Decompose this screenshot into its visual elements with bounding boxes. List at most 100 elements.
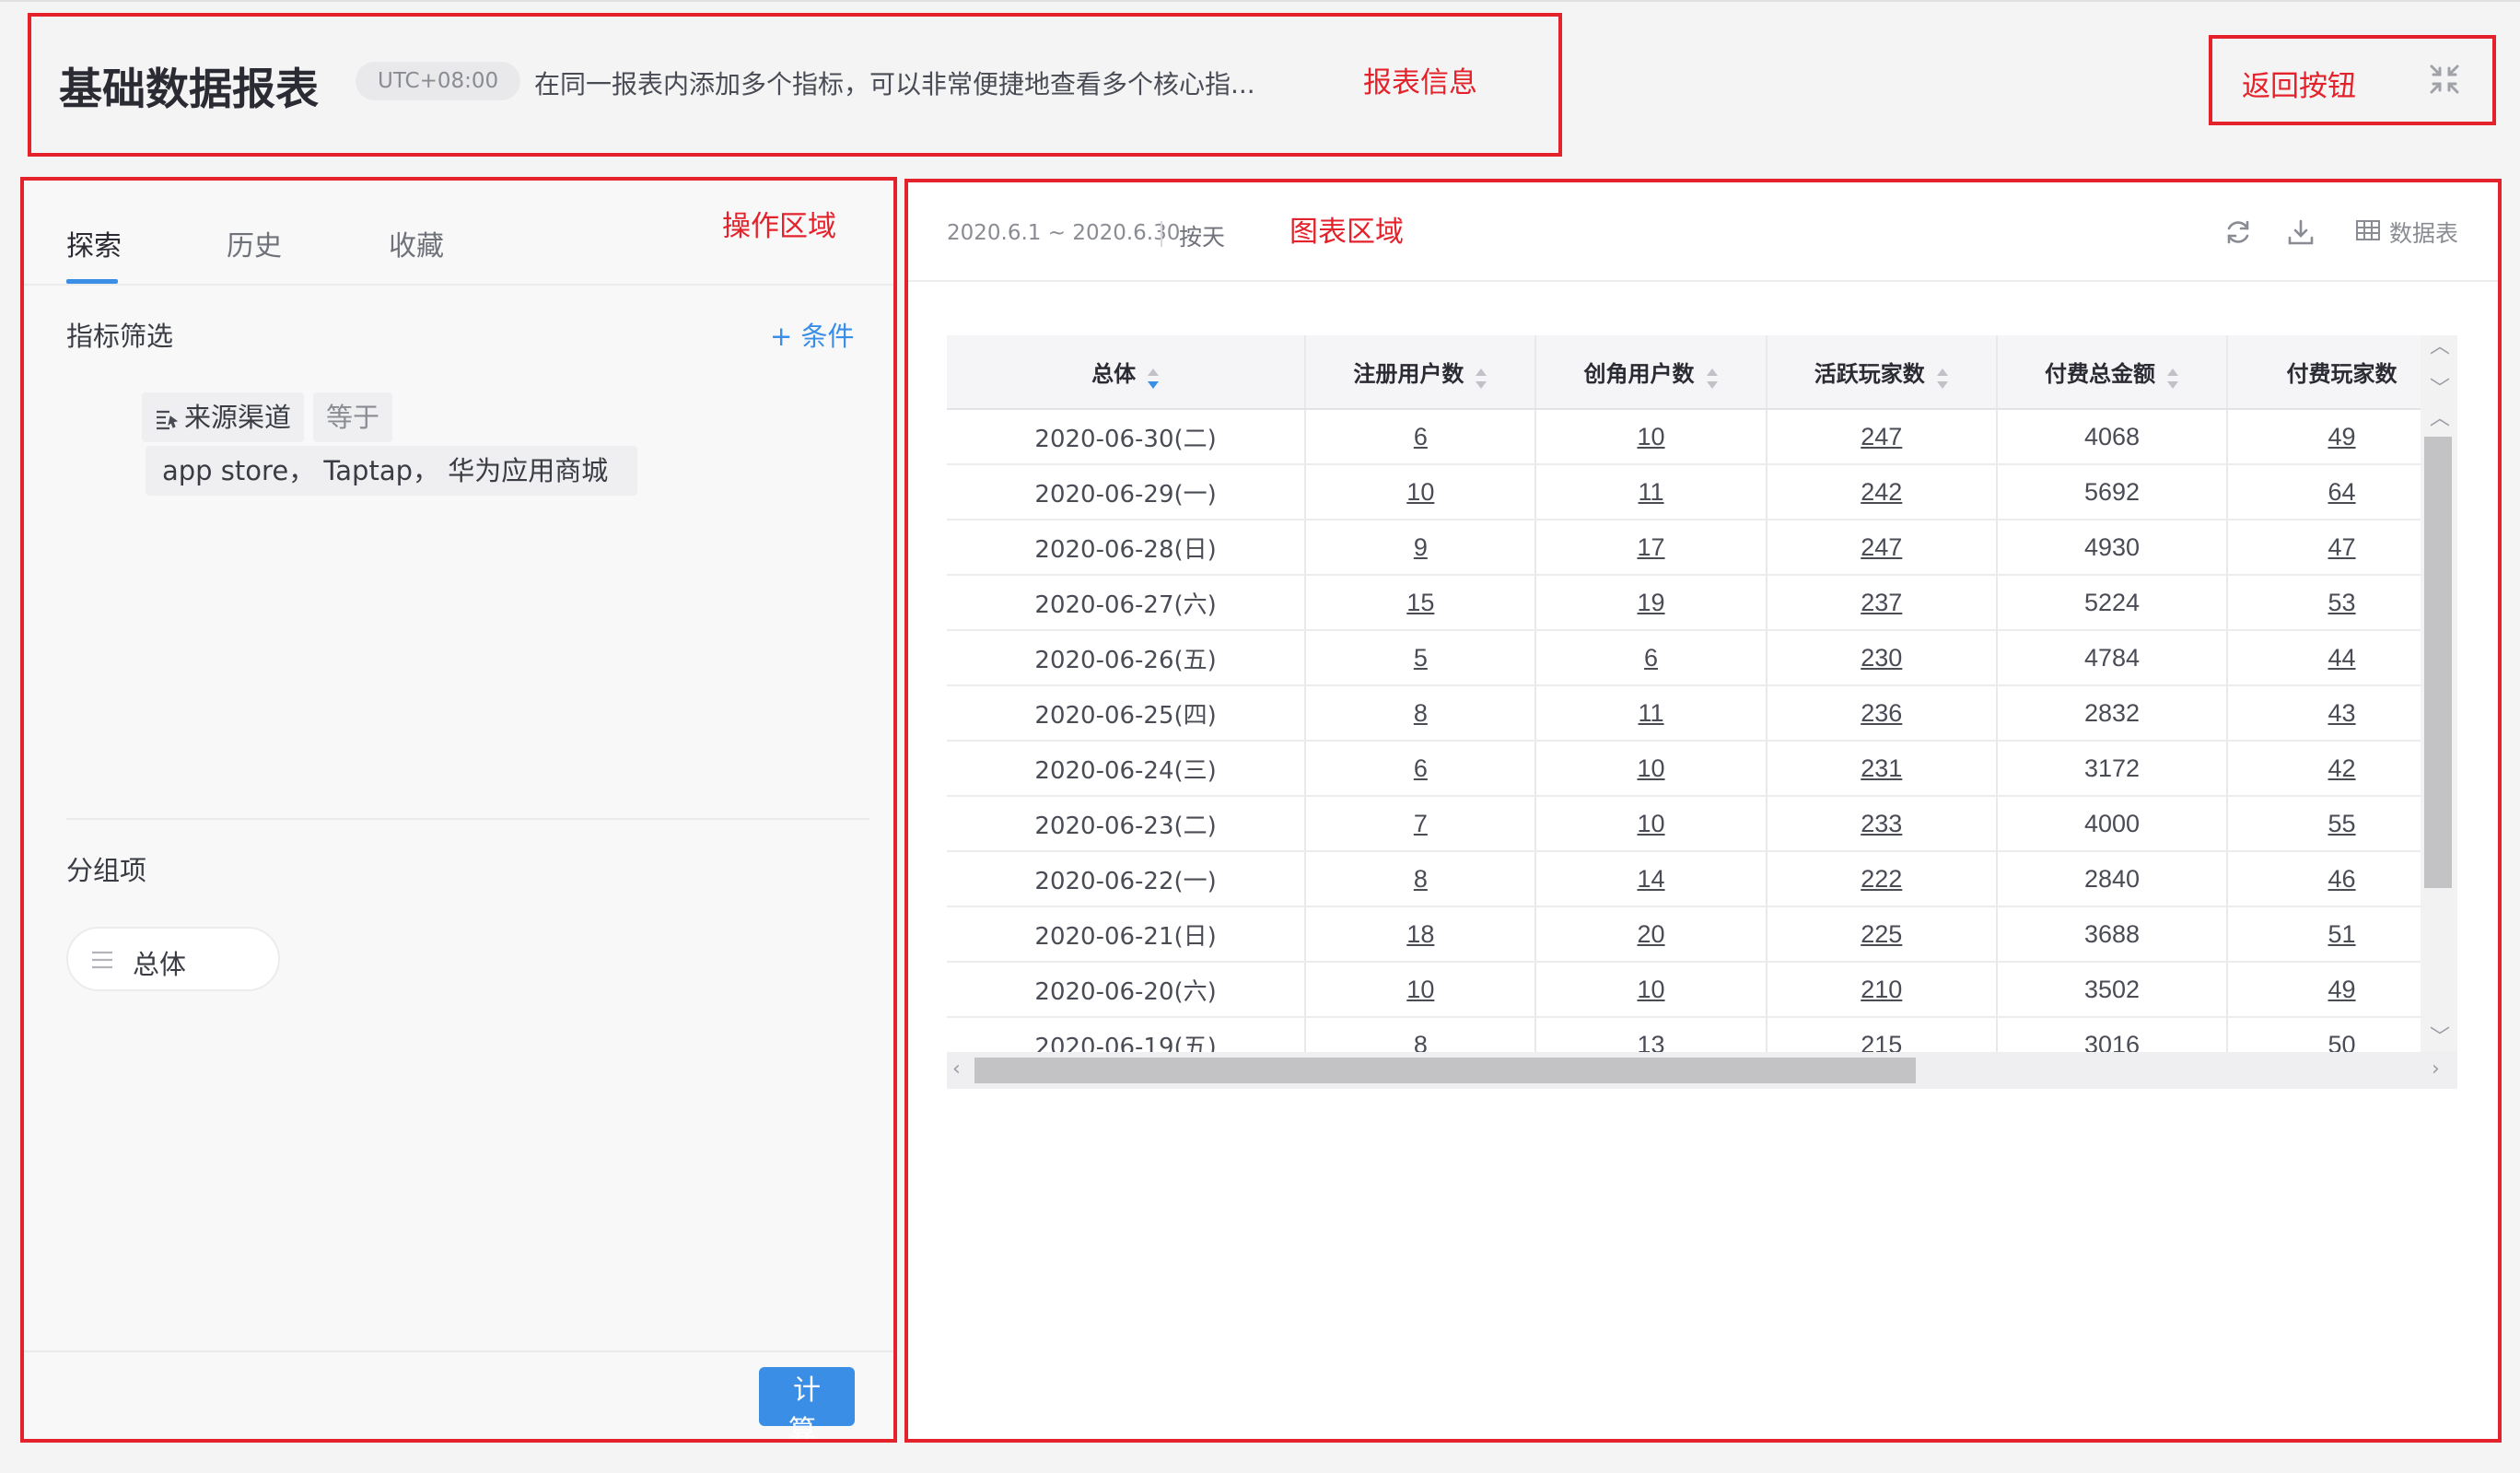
report-description[interactable]: 在同一报表内添加多个指标，可以非常便捷地查看多个核心指... [534,64,1255,101]
vertical-scrollbar[interactable]: ︿ ﹀ ︿ ﹀ [2421,335,2457,1052]
value-link-cell[interactable]: 237 [1766,575,1998,631]
value-link-cell[interactable]: 10 [1535,741,1768,797]
table-row: 2020-06-26(五) 5 6 230 4784 44 [947,630,2457,686]
group-item-pill[interactable]: 总体 [66,927,280,991]
collapse-icon[interactable] [2428,63,2461,96]
tab-favorites[interactable]: 收藏 [389,223,444,263]
value-link-cell[interactable]: 17 [1535,520,1768,576]
date-range[interactable]: 2020.6.1 ~ 2020.6.30 [947,221,1180,245]
sort-icon[interactable] [1706,367,1719,391]
value-cell: 4000 [1996,796,2229,852]
value-link-cell[interactable]: 13 [1535,1017,1768,1052]
section-divider [66,818,869,820]
filter-values-chip[interactable]: app store， Taptap， 华为应用商城 [146,446,637,496]
date-cell: 2020-06-27(六) [947,575,1307,631]
filter-operator-chip[interactable]: 等于 [313,392,393,442]
value-link-cell[interactable]: 20 [1535,906,1768,963]
value-link-cell[interactable]: 10 [1535,796,1768,852]
report-header: 基础数据报表 UTC+08:00 在同一报表内添加多个指标，可以非常便捷地查看多… [0,0,2520,166]
timezone-badge: UTC+08:00 [356,62,521,100]
sort-icon[interactable] [1475,367,1488,391]
vertical-scroll-thumb[interactable] [2424,437,2452,888]
date-cell: 2020-06-21(日) [947,906,1307,963]
sort-icon[interactable] [1936,367,1949,391]
chart-panel: 2020.6.1 ~ 2020.6.30 按天 数据表 总体 注册用户数 创角用… [908,181,2500,1441]
column-header-character-users[interactable]: 创角用户数 [1535,335,1768,410]
value-cell: 4784 [1996,630,2229,686]
column-header-overall[interactable]: 总体 [947,335,1307,410]
value-link-cell[interactable]: 231 [1766,741,1998,797]
value-link-cell[interactable]: 247 [1766,409,1998,465]
value-link-cell[interactable]: 233 [1766,796,1998,852]
value-link-cell[interactable]: 215 [1766,1017,1998,1052]
sort-icon[interactable] [1147,367,1160,391]
scroll-left-icon[interactable]: ‹ [952,1059,961,1080]
value-link-cell[interactable]: 5 [1305,630,1537,686]
value-link-cell[interactable]: 6 [1305,741,1537,797]
value-link-cell[interactable]: 247 [1766,520,1998,576]
scroll-up-icon[interactable]: ︿ [2430,409,2450,429]
value-link-cell[interactable]: 8 [1305,1017,1537,1052]
scroll-up-icon[interactable]: ︿ [2430,337,2450,357]
report-info-annotation: 报表信息 [1363,66,1477,99]
group-item-label: 总体 [133,949,187,980]
tab-history[interactable]: 历史 [227,223,282,263]
horizontal-scroll-thumb[interactable] [974,1058,1916,1083]
date-cell: 2020-06-25(四) [947,685,1307,742]
value-link-cell[interactable]: 10 [1305,464,1537,520]
value-link-cell[interactable]: 242 [1766,464,1998,520]
group-section-title: 分组项 [66,855,147,886]
filter-section-title: 指标筛选 [66,321,174,352]
table-row: 2020-06-20(六) 10 10 210 3502 49 [947,962,2457,1018]
report-title: 基础数据报表 [59,64,319,115]
date-cell: 2020-06-26(五) [947,630,1307,686]
value-link-cell[interactable]: 11 [1535,685,1768,742]
value-link-cell[interactable]: 15 [1305,575,1537,631]
tab-explore[interactable]: 探索 [66,223,122,263]
value-link-cell[interactable]: 18 [1305,906,1537,963]
value-link-cell[interactable]: 6 [1535,630,1768,686]
add-condition-button[interactable]: + 条件 [770,315,855,354]
scroll-down-icon[interactable]: ﹀ [2430,1028,2450,1048]
value-link-cell[interactable]: 236 [1766,685,1998,742]
table-row: 2020-06-27(六) 15 19 237 5224 53 [947,575,2457,631]
scroll-right-icon[interactable]: › [2432,1059,2440,1080]
value-cell: 5224 [1996,575,2229,631]
refresh-icon[interactable] [2223,217,2253,247]
chart-toolbar: 2020.6.1 ~ 2020.6.30 按天 数据表 [908,181,2500,282]
value-link-cell[interactable]: 230 [1766,630,1998,686]
filter-field-chip[interactable]: 来源渠道 [142,392,305,442]
horizontal-scrollbar[interactable]: ‹ › [947,1052,2457,1089]
value-cell: 5692 [1996,464,2229,520]
value-link-cell[interactable]: 14 [1535,851,1768,907]
value-link-cell[interactable]: 225 [1766,906,1998,963]
sort-icon[interactable] [2166,367,2179,391]
value-link-cell[interactable]: 19 [1535,575,1768,631]
operation-area-annotation: 操作区域 [722,210,836,243]
value-cell: 3172 [1996,741,2229,797]
value-link-cell[interactable]: 10 [1305,962,1537,1018]
value-link-cell[interactable]: 6 [1305,409,1537,465]
granularity-selector[interactable]: 按天 [1179,219,1225,252]
table-row: 2020-06-29(一) 10 11 242 5692 64 [947,464,2457,520]
datatable-toggle[interactable]: 数据表 [2389,216,2458,249]
value-link-cell[interactable]: 10 [1535,962,1768,1018]
value-link-cell[interactable]: 9 [1305,520,1537,576]
table-row: 2020-06-28(日) 9 17 247 4930 47 [947,520,2457,576]
value-link-cell[interactable]: 8 [1305,851,1537,907]
scroll-down-icon[interactable]: ﹀ [2430,380,2450,400]
download-icon[interactable] [2286,217,2316,247]
value-link-cell[interactable]: 222 [1766,851,1998,907]
value-link-cell[interactable]: 10 [1535,409,1768,465]
value-link-cell[interactable]: 210 [1766,962,1998,1018]
value-link-cell[interactable]: 8 [1305,685,1537,742]
column-header-active-players[interactable]: 活跃玩家数 [1766,335,1998,410]
column-header-registered-users[interactable]: 注册用户数 [1305,335,1537,410]
table-row: 2020-06-25(四) 8 11 236 2832 43 [947,685,2457,742]
calculate-button[interactable]: 计 算 [759,1367,855,1447]
value-link-cell[interactable]: 11 [1535,464,1768,520]
value-link-cell[interactable]: 7 [1305,796,1537,852]
date-cell: 2020-06-29(一) [947,464,1307,520]
date-cell: 2020-06-20(六) [947,962,1307,1018]
column-header-total-payment[interactable]: 付费总金额 [1996,335,2229,410]
